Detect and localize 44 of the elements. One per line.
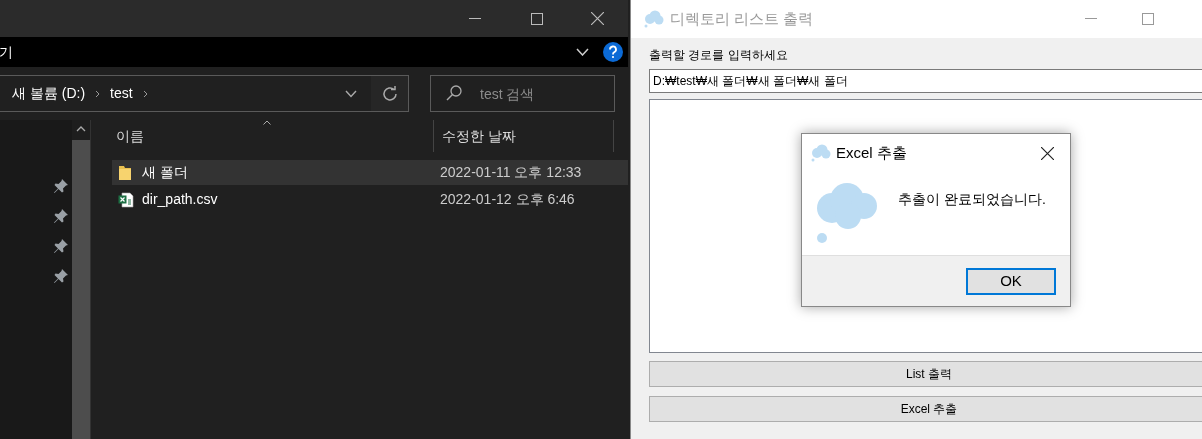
sort-caret-icon [263,120,271,125]
window-title: 디렉토리 리스트 출력 [670,8,814,29]
breadcrumb-item[interactable]: 새 볼륨 (D:) [12,83,86,104]
path-field[interactable]: D:₩test₩새 폴더₩새 폴더₩새 폴더 [649,69,1202,93]
dialog-title: Excel 추출 [836,142,907,163]
action-button[interactable]: Excel 추출 [649,396,1202,422]
ok-button[interactable]: OK [966,267,1056,295]
pin-icon[interactable] [53,178,69,194]
search-icon [446,85,462,101]
close-icon[interactable] [591,12,604,25]
minimize-icon[interactable] [469,17,481,20]
chevron-down-icon[interactable] [576,48,589,56]
pin-icon[interactable] [53,208,69,224]
modified-date: 2022-01-12 오후 6:46 [440,190,575,209]
pin-icon[interactable] [53,238,69,254]
cloud-icon [814,182,880,244]
dialog-message: 추출이 완료되었습니다. [898,190,1046,209]
file-name: dir_path.csv [142,190,219,209]
action-button[interactable]: List 출력 [649,361,1202,387]
refresh-button[interactable] [371,76,408,111]
file-row[interactable]: 새 폴더 2022-01-11 오후 12:33 [112,160,628,185]
file-row[interactable]: dir_path.csv 2022-01-12 오후 6:46 [112,187,628,212]
folder-icon [118,164,132,181]
cloud-icon [644,10,664,28]
breadcrumb-item[interactable]: test [110,83,133,104]
maximize-icon[interactable] [531,12,543,25]
close-icon[interactable] [1041,146,1054,160]
scroll-up-icon[interactable] [76,126,86,132]
prompt-label: 출력할 경로를 입력하세요 [649,47,789,63]
column-header[interactable]: 이름 [112,120,434,152]
refresh-icon [381,85,398,102]
ribbon-tab[interactable]: 기 [0,41,13,63]
spreadsheet-icon [118,191,134,208]
chevron-right-icon[interactable] [95,89,101,98]
chevron-right-icon[interactable] [142,89,148,98]
address-bar[interactable]: 새 볼륨 (D:) test [0,75,409,112]
modified-date: 2022-01-11 오후 12:33 [440,163,582,182]
column-header[interactable]: 수정한 날짜 [434,120,614,152]
cloud-icon [811,144,831,162]
help-icon[interactable] [603,42,623,62]
pin-icon[interactable] [53,268,69,284]
chevron-down-icon[interactable] [345,89,357,98]
search-field[interactable]: test 검색 [430,75,615,112]
file-name: 새 폴더 [142,163,189,182]
